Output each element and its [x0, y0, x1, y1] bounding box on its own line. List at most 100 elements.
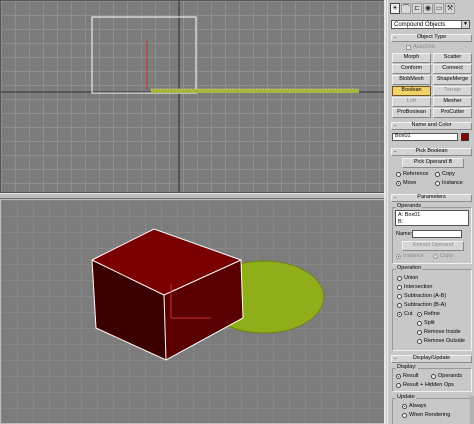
display-update-header[interactable]: - Display/Update	[391, 355, 472, 363]
parameters-rollout: - Parameters	[391, 194, 472, 202]
display-group-title: Display:	[396, 364, 418, 371]
pick-boolean-rollout: - Pick Boolean	[391, 148, 472, 156]
union-radio[interactable]	[397, 276, 402, 281]
subtraction-b-a-radio[interactable]	[397, 303, 402, 308]
subtraction-a-b-radio[interactable]	[397, 294, 402, 299]
perspective-viewport-scene	[91, 228, 325, 361]
collapse-icon: -	[394, 356, 396, 362]
always-label: Always	[409, 403, 427, 409]
object-name-field[interactable]: Box01	[392, 133, 458, 141]
hierarchy-icon: ⊏	[414, 5, 420, 12]
extract-instance-radio[interactable]	[396, 254, 401, 259]
autogrid-label: AutoGrid	[413, 44, 435, 50]
extract-operand-button[interactable]: Extract Operand	[402, 241, 464, 251]
operands-group-title: Operands	[396, 203, 423, 210]
procutter-button[interactable]: ProCutter	[433, 108, 472, 118]
remove-inside-radio[interactable]	[417, 330, 422, 335]
hierarchy-tab[interactable]: ⊏	[412, 3, 422, 14]
object-color-swatch[interactable]	[461, 133, 469, 141]
instance-label: Instance	[442, 180, 463, 186]
perspective-viewport[interactable]	[0, 199, 386, 424]
blobmesh-button[interactable]: BlobMesh	[392, 75, 431, 85]
copy-label: Copy	[442, 171, 455, 177]
split-radio[interactable]	[417, 321, 422, 326]
modify-tab[interactable]: ⌒	[401, 3, 411, 14]
motion-icon: ◉	[424, 5, 432, 12]
remove-inside-label: Remove Inside	[424, 329, 461, 335]
command-panel-scrollbar[interactable]	[470, 396, 474, 424]
collapse-icon: -	[394, 149, 396, 155]
extract-copy-label: Copy	[440, 253, 453, 259]
result-radio[interactable]	[396, 374, 401, 379]
move-radio[interactable]	[396, 181, 401, 186]
display-update-title: Display/Update	[412, 355, 451, 362]
always-radio[interactable]	[402, 404, 407, 409]
refine-label: Refine	[424, 311, 440, 317]
create-icon: ☀	[391, 5, 399, 12]
morph-button[interactable]: Morph	[392, 53, 431, 63]
subtraction-a-b-label: Subtraction (A-B)	[404, 293, 447, 299]
object-type-header[interactable]: - Object Type	[391, 34, 472, 42]
utilities-tab[interactable]: ⚒	[445, 3, 455, 14]
update-group: Update	[392, 394, 472, 424]
scatter-button[interactable]: Scatter	[433, 53, 472, 63]
display-icon: ▭	[435, 5, 443, 12]
mesher-button[interactable]: Mesher	[433, 97, 472, 107]
split-label: Split	[424, 320, 435, 326]
operands-list[interactable]: A: Box01 B:	[395, 210, 469, 226]
operands-display-label: Operands	[438, 373, 463, 379]
operation-group-title: Operation	[396, 265, 423, 272]
conform-button[interactable]: Conform	[392, 64, 431, 74]
extract-copy-radio[interactable]	[433, 254, 438, 259]
operand-name-field[interactable]	[412, 230, 462, 238]
intersection-label: Intersection	[404, 284, 433, 290]
pick-operand-b-button[interactable]: Pick Operand B	[402, 158, 464, 168]
autogrid-checkbox[interactable]	[406, 45, 411, 50]
top-viewport-scene	[1, 1, 385, 192]
name-and-color-header[interactable]: - Name and Color	[391, 122, 472, 130]
display-tab[interactable]: ▭	[434, 3, 444, 14]
copy-radio[interactable]	[435, 172, 440, 177]
refine-radio[interactable]	[417, 312, 422, 317]
boolean-button[interactable]: Boolean	[392, 86, 431, 96]
loft-button[interactable]: Loft	[392, 97, 431, 107]
operand-name-label: Name:	[396, 231, 413, 237]
result-label: Result	[403, 373, 419, 379]
cut-radio[interactable]	[397, 312, 402, 317]
category-dropdown[interactable]: Compound Objects ▼	[391, 20, 470, 29]
shapemerge-button[interactable]: ShapeMerge	[433, 75, 472, 85]
extract-instance-label: Instance	[403, 253, 424, 259]
cylinder-top-view	[151, 89, 359, 93]
top-viewport[interactable]	[0, 0, 386, 193]
box-selection-top	[91, 16, 197, 94]
pick-boolean-title: Pick Boolean	[415, 148, 448, 155]
create-tab[interactable]: ☀	[390, 3, 400, 14]
utilities-icon: ⚒	[446, 5, 454, 12]
viewport-panel-separator	[384, 0, 386, 424]
instance-radio[interactable]	[435, 181, 440, 186]
pick-boolean-header[interactable]: - Pick Boolean	[391, 148, 472, 156]
when-rendering-label: When Rendering	[409, 412, 451, 418]
display-update-rollout: - Display/Update	[391, 355, 472, 363]
name-and-color-rollout: - Name and Color	[391, 122, 472, 130]
operands-radio[interactable]	[431, 374, 436, 379]
remove-outside-radio[interactable]	[417, 339, 422, 344]
cut-label: Cut	[404, 311, 413, 317]
result-hidden-ops-label: Result + Hidden Ops	[403, 382, 454, 388]
parameters-title: Parameters	[417, 194, 446, 201]
operand-b-item[interactable]: B:	[398, 219, 466, 226]
connect-button[interactable]: Connect	[433, 64, 472, 74]
result-hidden-ops-radio[interactable]	[396, 383, 401, 388]
proboolean-button[interactable]: ProBoolean	[392, 108, 431, 118]
chevron-down-icon[interactable]: ▼	[461, 21, 469, 28]
move-label: Move	[403, 180, 417, 186]
parameters-header[interactable]: - Parameters	[391, 194, 472, 202]
intersection-radio[interactable]	[397, 285, 402, 290]
terrain-button[interactable]: Terrain	[433, 86, 472, 96]
collapse-icon: -	[394, 195, 396, 201]
union-label: Union	[404, 275, 419, 281]
reference-radio[interactable]	[396, 172, 401, 177]
motion-tab[interactable]: ◉	[423, 3, 433, 14]
category-dropdown-value: Compound Objects	[394, 21, 446, 28]
when-rendering-radio[interactable]	[402, 413, 407, 418]
